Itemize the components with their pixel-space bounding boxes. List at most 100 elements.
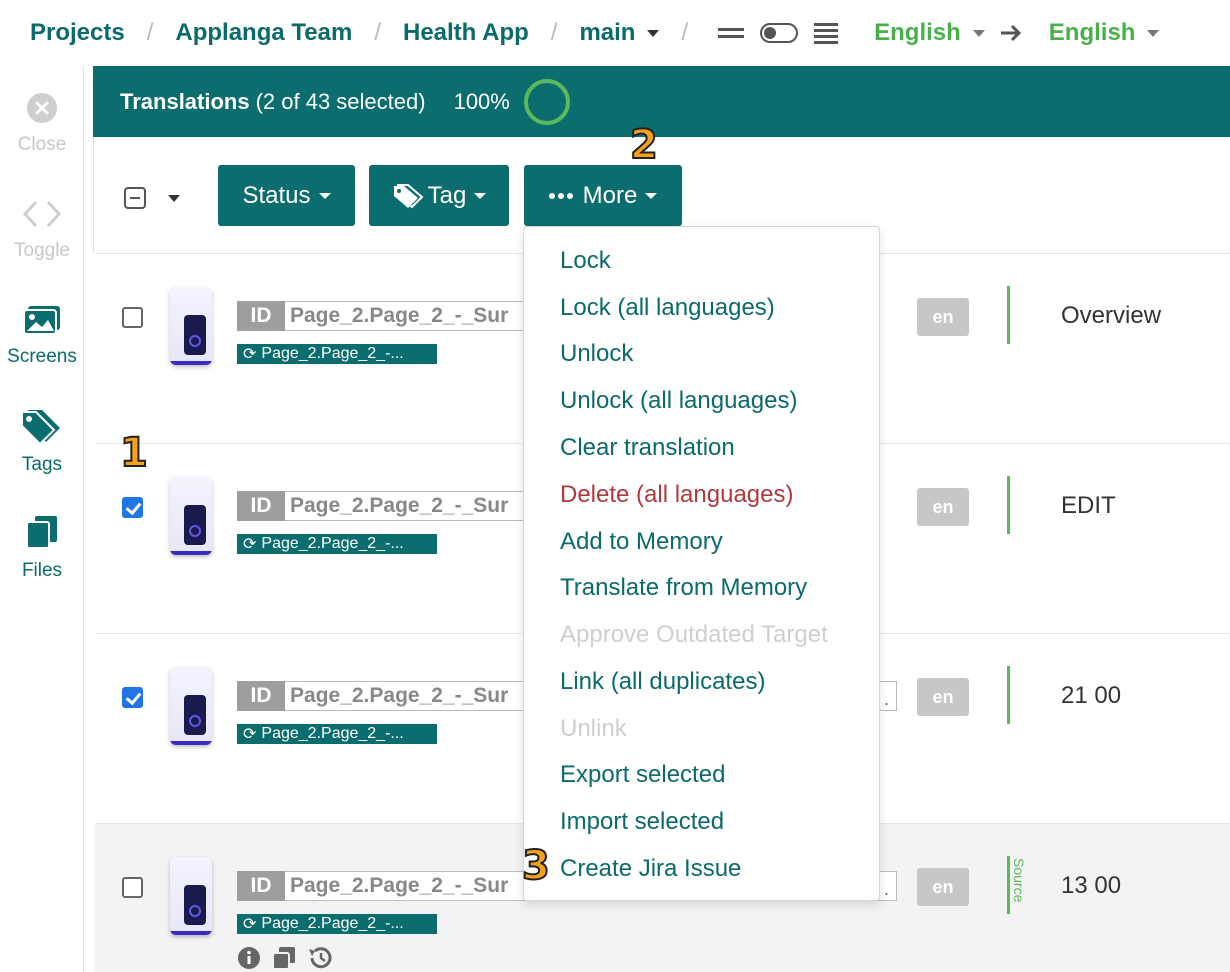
id-value: Page_2.Page_2_-_Sur <box>285 301 525 331</box>
target-language-label: English <box>1048 19 1136 46</box>
sidebar-item-toggle[interactable]: Toggle <box>0 198 84 262</box>
source-language-label: English <box>874 19 961 46</box>
menu-item-delete-all[interactable]: Delete (all languages) <box>560 481 793 509</box>
menu-item-lock-all[interactable]: Lock (all languages) <box>560 294 775 322</box>
more-button[interactable]: More <box>524 165 682 226</box>
screen-thumbnail[interactable] <box>170 287 212 365</box>
target-language-selector[interactable]: English <box>1049 19 1160 47</box>
page-title: Translations <box>120 88 250 114</box>
info-icon[interactable] <box>237 946 261 972</box>
source-language-selector[interactable]: English <box>874 19 985 47</box>
language-badge: en <box>917 678 969 716</box>
menu-item-clear-translation[interactable]: Clear translation <box>560 434 735 462</box>
progress-percent: 100% <box>453 88 510 114</box>
breadcrumb-separator: / <box>550 19 558 46</box>
sidebar-item-close[interactable]: Close <box>0 92 84 156</box>
status-button-label: Status <box>242 181 311 209</box>
chevron-down-icon <box>972 29 985 37</box>
step-marker-3: 3 <box>521 842 551 890</box>
id-value: Page_2.Page_2_-_Sur <box>285 491 525 521</box>
screen-thumbnail[interactable] <box>170 667 212 745</box>
branch-selector[interactable]: main <box>579 19 660 47</box>
context-field-end[interactable]: . <box>877 871 897 901</box>
translation-value[interactable]: 13 00 <box>1061 872 1121 900</box>
chevron-down-icon <box>647 29 660 37</box>
row-checkbox[interactable] <box>122 307 143 328</box>
string-id-field[interactable]: ID Page_2.Page_2_-_Sur <box>237 301 525 331</box>
files-icon <box>25 516 59 555</box>
select-all-checkbox[interactable] <box>124 187 146 209</box>
menu-item-unlink: Unlink <box>560 715 627 742</box>
list-lines-icon[interactable] <box>814 22 839 44</box>
tag-chip-label: Page_2.Page_2_-... <box>261 345 404 362</box>
branch-label: main <box>579 19 636 46</box>
translation-value[interactable]: Overview <box>1061 302 1161 330</box>
ellipsis-icon <box>548 192 573 199</box>
menu-item-create-jira-issue[interactable]: Create Jira Issue <box>560 855 741 883</box>
breadcrumb-team[interactable]: Applanga Team <box>175 19 352 47</box>
history-icon[interactable] <box>307 946 333 972</box>
screen-thumbnail[interactable] <box>170 857 212 935</box>
translation-value[interactable]: 21 00 <box>1061 682 1121 710</box>
status-button[interactable]: Status <box>218 165 355 226</box>
chevron-down-icon <box>318 192 331 199</box>
string-id-field[interactable]: ID Page_2.Page_2_-_Sur <box>237 491 525 521</box>
id-badge: ID <box>237 871 285 901</box>
status-indicator <box>1007 476 1010 534</box>
menu-item-lock[interactable]: Lock <box>560 247 611 275</box>
tag-chip[interactable]: ⟳ Page_2.Page_2_-... <box>237 724 447 744</box>
menu-item-link-duplicates[interactable]: Link (all duplicates) <box>560 668 765 696</box>
breadcrumb-separator: / <box>374 19 381 46</box>
menu-item-add-to-memory[interactable]: Add to Memory <box>560 528 723 556</box>
tag-chip-body: ⟳ Page_2.Page_2_-... <box>237 724 437 744</box>
translations-header: Translations (2 of 43 selected) 100% <box>93 66 1230 137</box>
row-checkbox[interactable] <box>122 497 143 518</box>
sidebar-item-screens[interactable]: Screens <box>0 304 84 368</box>
translation-value[interactable]: EDIT <box>1061 492 1116 520</box>
row-checkbox[interactable] <box>122 877 143 898</box>
language-badge: en <box>917 868 969 906</box>
menu-item-translate-from-memory[interactable]: Translate from Memory <box>560 574 807 602</box>
tag-button[interactable]: Tag <box>369 165 509 226</box>
chevron-down-icon <box>645 192 658 199</box>
row-actions <box>237 946 333 972</box>
id-badge: ID <box>237 491 285 521</box>
context-field-end[interactable]: . <box>877 681 897 711</box>
string-id-field[interactable]: ID Page_2.Page_2_-_Sur <box>237 681 525 711</box>
chevron-down-icon[interactable] <box>168 195 180 202</box>
tag-chip-label: Page_2.Page_2_-... <box>261 535 404 552</box>
menu-item-unlock[interactable]: Unlock <box>560 340 633 368</box>
sidebar-item-label: Tags <box>21 454 63 475</box>
tag-chip[interactable]: ⟳ Page_2.Page_2_-... <box>237 344 447 364</box>
tag-chip-label: Page_2.Page_2_-... <box>261 725 404 742</box>
tag-button-label: Tag <box>427 181 467 209</box>
row-checkbox[interactable] <box>122 687 143 708</box>
copy-icon[interactable] <box>271 946 297 972</box>
screen-thumbnail[interactable] <box>170 477 212 555</box>
source-label: Source <box>1011 858 1027 903</box>
sidebar-item-files[interactable]: Files <box>0 514 84 582</box>
chevron-down-icon <box>474 192 487 199</box>
tag-chip-body: ⟳ Page_2.Page_2_-... <box>237 344 437 364</box>
sidebar-item-tags[interactable]: Tags <box>0 408 84 476</box>
string-id-field[interactable]: ID Page_2.Page_2_-_Sur <box>237 871 525 901</box>
tag-chip-body: ⟳ Page_2.Page_2_-... <box>237 914 437 934</box>
sidebar-item-label: Toggle <box>14 240 70 261</box>
status-indicator <box>1007 286 1010 344</box>
toggle-switch-icon[interactable] <box>760 23 799 43</box>
breadcrumb-projects[interactable]: Projects <box>30 19 125 47</box>
more-button-label: More <box>582 181 638 209</box>
tag-chip[interactable]: ⟳ Page_2.Page_2_-... <box>237 914 447 934</box>
equals-icon[interactable] <box>718 26 745 40</box>
breadcrumb-app[interactable]: Health App <box>403 19 529 47</box>
step-marker-2: 2 <box>629 121 659 169</box>
menu-item-export-selected[interactable]: Export selected <box>560 761 725 789</box>
id-value: Page_2.Page_2_-_Sur <box>285 681 525 711</box>
language-badge: en <box>917 298 969 336</box>
tag-chip-body: ⟳ Page_2.Page_2_-... <box>237 534 437 554</box>
sync-icon: ⟳ <box>243 916 257 933</box>
menu-item-import-selected[interactable]: Import selected <box>560 808 724 836</box>
menu-item-unlock-all[interactable]: Unlock (all languages) <box>560 387 797 415</box>
tag-chip[interactable]: ⟳ Page_2.Page_2_-... <box>237 534 447 554</box>
id-value: Page_2.Page_2_-_Sur <box>285 871 525 901</box>
